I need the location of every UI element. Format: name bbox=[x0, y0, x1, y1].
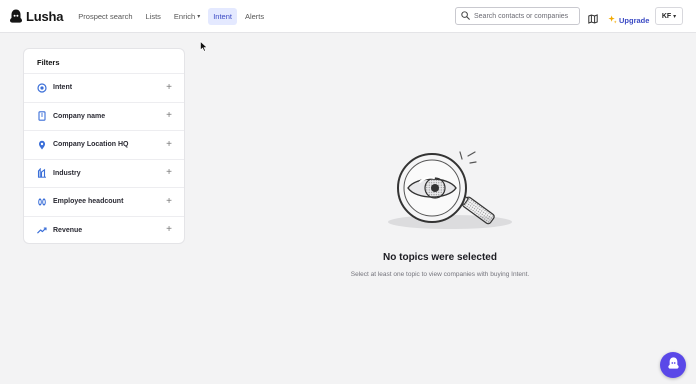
filter-intent[interactable]: Intent + bbox=[24, 73, 184, 102]
people-icon bbox=[36, 196, 48, 208]
lusha-logo-icon bbox=[10, 9, 22, 23]
building-icon bbox=[36, 110, 48, 122]
filter-company-name[interactable]: Company name + bbox=[24, 101, 184, 131]
sparkle-icon bbox=[608, 11, 617, 29]
chat-bot-icon bbox=[667, 356, 679, 374]
location-pin-icon bbox=[36, 139, 48, 151]
filter-label: Employee headcount bbox=[53, 198, 124, 206]
nav-enrich-label: Enrich bbox=[173, 11, 196, 21]
app-name: Lusha bbox=[26, 8, 64, 24]
filters-panel: Filters Intent + Company name + Company … bbox=[23, 48, 185, 244]
industry-icon bbox=[36, 167, 48, 179]
filter-label: Intent bbox=[53, 84, 73, 92]
empty-state-subtitle: Select at least one topic to view compan… bbox=[350, 271, 530, 278]
filter-label: Industry bbox=[53, 169, 81, 177]
filters-title: Filters bbox=[37, 58, 60, 67]
chevron-down-icon: ▾ bbox=[197, 13, 201, 20]
avatar-initials: KF bbox=[661, 12, 672, 20]
filter-label: Company name bbox=[53, 112, 106, 120]
plus-icon[interactable]: + bbox=[166, 139, 172, 150]
mouse-cursor-icon bbox=[200, 39, 208, 57]
upgrade-label: Upgrade bbox=[619, 15, 650, 25]
chat-support-button[interactable] bbox=[660, 352, 686, 378]
plus-icon[interactable]: + bbox=[166, 225, 172, 235]
account-menu-button[interactable]: KF ▾ bbox=[655, 7, 683, 25]
plus-icon[interactable]: + bbox=[166, 168, 172, 178]
lusha-logo[interactable]: Lusha bbox=[10, 9, 63, 24]
filter-industry[interactable]: Industry + bbox=[24, 158, 184, 188]
filter-list: Intent + Company name + Company Location… bbox=[24, 73, 184, 244]
plus-icon[interactable]: + bbox=[166, 111, 172, 121]
filter-label: Revenue bbox=[53, 226, 83, 234]
plus-icon[interactable]: + bbox=[166, 196, 172, 207]
search-icon bbox=[461, 7, 470, 25]
chevron-down-icon: ▾ bbox=[673, 13, 677, 20]
filter-revenue[interactable]: Revenue + bbox=[24, 215, 184, 245]
upgrade-button[interactable]: Upgrade bbox=[608, 11, 649, 29]
main-nav: Prospect search Lists Enrich ▾ Intent Al… bbox=[73, 7, 272, 25]
filter-company-location-hq[interactable]: Company Location HQ + bbox=[24, 130, 184, 159]
search-placeholder: Search contacts or companies bbox=[474, 12, 569, 20]
nav-lists[interactable]: Lists bbox=[141, 8, 166, 25]
search-input[interactable]: Search contacts or companies bbox=[455, 7, 580, 25]
nav-enrich[interactable]: Enrich ▾ bbox=[169, 8, 205, 25]
filter-label: Company Location HQ bbox=[53, 141, 129, 149]
nav-intent[interactable]: Intent bbox=[208, 7, 237, 25]
trend-icon bbox=[36, 224, 48, 236]
filter-employee-headcount[interactable]: Employee headcount + bbox=[24, 187, 184, 216]
nav-prospect-search[interactable]: Prospect search bbox=[73, 8, 137, 25]
map-icon[interactable] bbox=[588, 11, 598, 29]
target-icon bbox=[36, 82, 48, 94]
top-navigation-bar: Lusha Prospect search Lists Enrich ▾ Int… bbox=[0, 0, 696, 33]
plus-icon[interactable]: + bbox=[166, 82, 172, 93]
nav-alerts[interactable]: Alerts bbox=[240, 8, 269, 25]
magnifying-glass-illustration bbox=[380, 148, 520, 243]
empty-state-title: No topics were selected bbox=[383, 252, 497, 263]
